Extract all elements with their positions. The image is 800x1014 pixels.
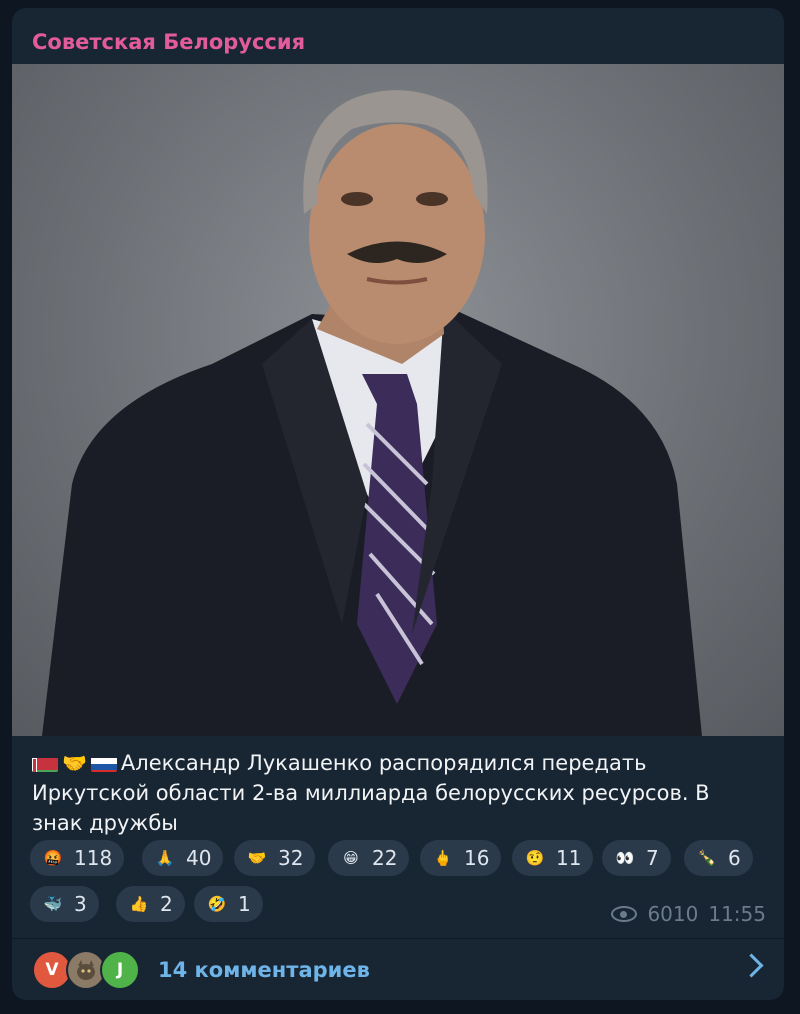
reaction-count: 22 [372,846,398,870]
reaction-count: 118 [74,846,113,870]
middle-finger-icon: 🖕 [433,849,453,867]
eye-icon [611,906,638,922]
reaction-pill[interactable]: 🤨 11 [512,840,594,876]
cat-avatar-icon [77,959,95,980]
eyes-icon: 👀 [615,849,635,867]
reaction-pill[interactable]: 🤣 1 [194,886,263,922]
reaction-count: 16 [464,846,490,870]
comments-label: 14 комментариев [158,957,370,982]
reaction-count: 11 [556,846,582,870]
handshake-icon: 🤝 [247,849,267,867]
reaction-pill[interactable]: 👀 7 [602,840,671,876]
reaction-pill[interactable]: 🙏 40 [142,840,224,876]
reaction-pill[interactable]: 🖕 16 [420,840,502,876]
reaction-count: 1 [238,892,251,916]
post-meta: 6010 11:55 [611,902,766,926]
handshake-icon: 🤝 [62,751,87,775]
commenter-avatars: V J [32,949,150,990]
reaction-pill[interactable]: 🤬 118 [30,840,125,876]
thumbs-up-icon: 👍 [129,895,149,913]
reaction-count: 6 [728,846,741,870]
reaction-pill[interactable]: 🍾 6 [684,840,753,876]
chevron-right-icon [739,953,764,978]
post-time: 11:55 [708,902,766,926]
channel-name[interactable]: Советская Белоруссия [32,30,305,54]
portrait-image [42,90,702,736]
raised-eyebrow-face-icon: 🤨 [525,849,545,867]
belarus-flag-icon [32,754,58,772]
avatar: J [100,949,140,990]
grinning-face-icon: 😁 [343,849,359,867]
reaction-count: 3 [74,892,87,916]
champagne-icon: 🍾 [697,849,717,867]
post-text-body: Александр Лукашенко распорядился передат… [32,751,710,835]
rolling-laughing-face-icon: 🤣 [207,895,227,913]
reaction-pill[interactable]: 🐳 3 [30,886,99,922]
reaction-pill[interactable]: 😁 22 [328,840,410,876]
whale-icon: 🐳 [43,895,63,913]
angry-swearing-face-icon: 🤬 [43,849,63,867]
praying-hands-icon: 🙏 [155,849,175,867]
russia-flag-icon [90,754,117,772]
reaction-pill[interactable]: 👍 2 [116,886,185,922]
comments-button[interactable]: V J 14 комментариев [12,939,784,1000]
reaction-count: 7 [646,846,659,870]
post-photo[interactable] [12,64,784,736]
reaction-pill[interactable]: 🤝 32 [234,840,316,876]
reaction-count: 40 [186,846,212,870]
reaction-count: 32 [278,846,304,870]
message-bubble: Советская Белоруссия 🤝 Александр Лукашен… [12,8,784,1000]
post-text: 🤝 Александр Лукашенко распорядился перед… [32,748,764,838]
view-count: 6010 [647,902,699,926]
reaction-count: 2 [160,892,173,916]
